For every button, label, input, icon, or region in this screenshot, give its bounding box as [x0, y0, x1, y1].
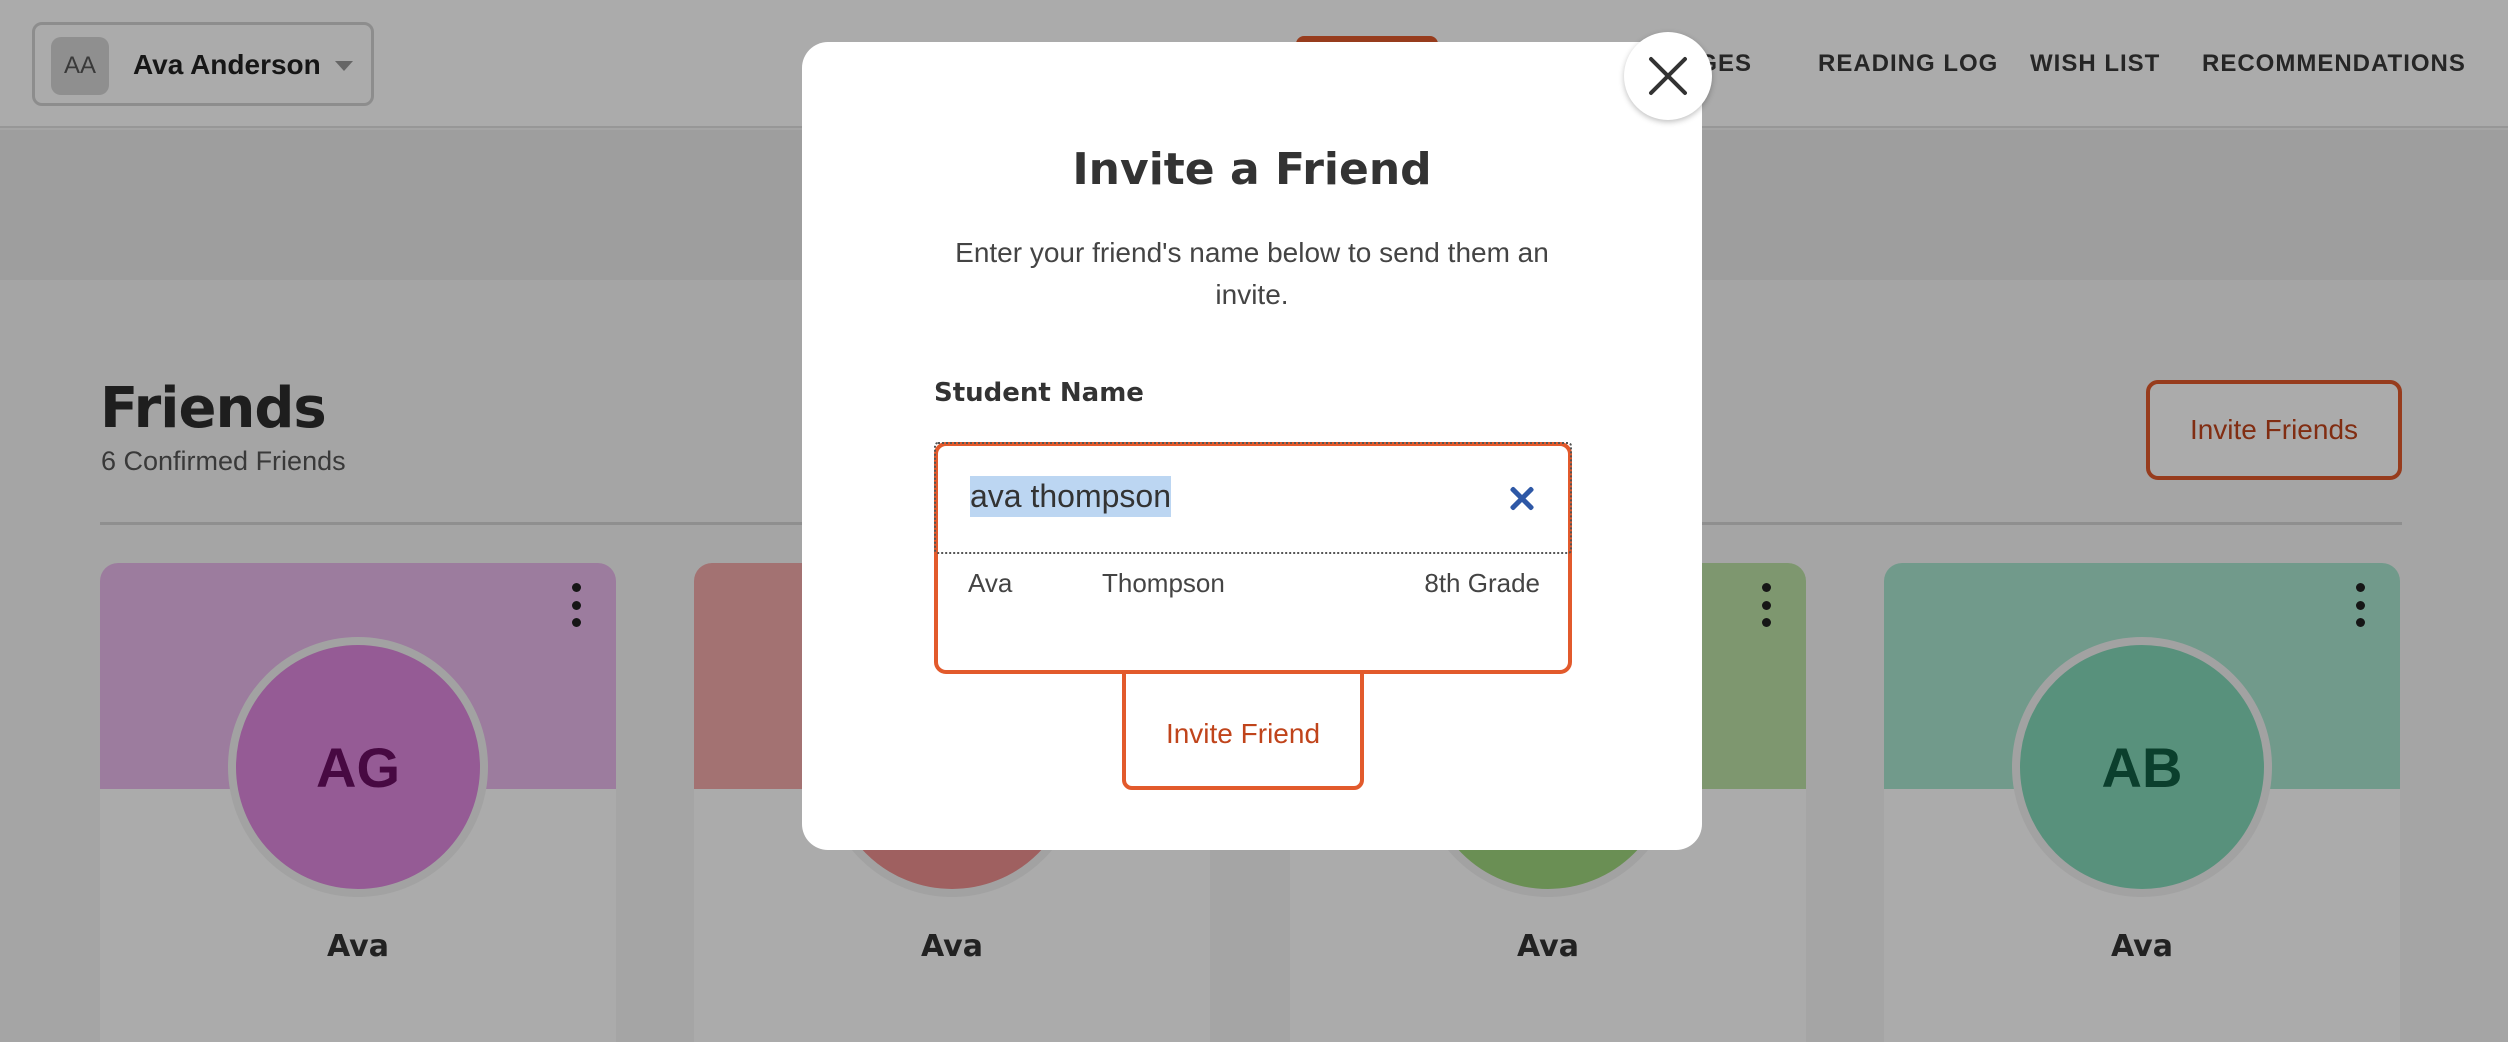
- search-result-option[interactable]: Ava Thompson 8th Grade: [938, 554, 1568, 616]
- student-name-input[interactable]: ava thompson: [970, 476, 1172, 517]
- result-first-name: Ava: [968, 568, 1013, 598]
- invite-friend-modal: Invite a Friend Enter your friend's name…: [802, 42, 1702, 850]
- result-grade: 8th Grade: [1424, 568, 1540, 598]
- modal-description: Enter your friend's name below to send t…: [955, 237, 1549, 310]
- student-name-combobox: ava thompson Ava Thompson 8th Grade: [934, 442, 1572, 674]
- invite-friend-button[interactable]: Invite Friend: [1122, 664, 1364, 790]
- close-icon[interactable]: [1624, 32, 1712, 120]
- clear-icon[interactable]: [1506, 482, 1538, 514]
- modal-title: Invite a Friend: [1072, 144, 1432, 195]
- student-name-label: Student Name: [934, 378, 1144, 408]
- result-last-name: Thompson: [1102, 568, 1225, 598]
